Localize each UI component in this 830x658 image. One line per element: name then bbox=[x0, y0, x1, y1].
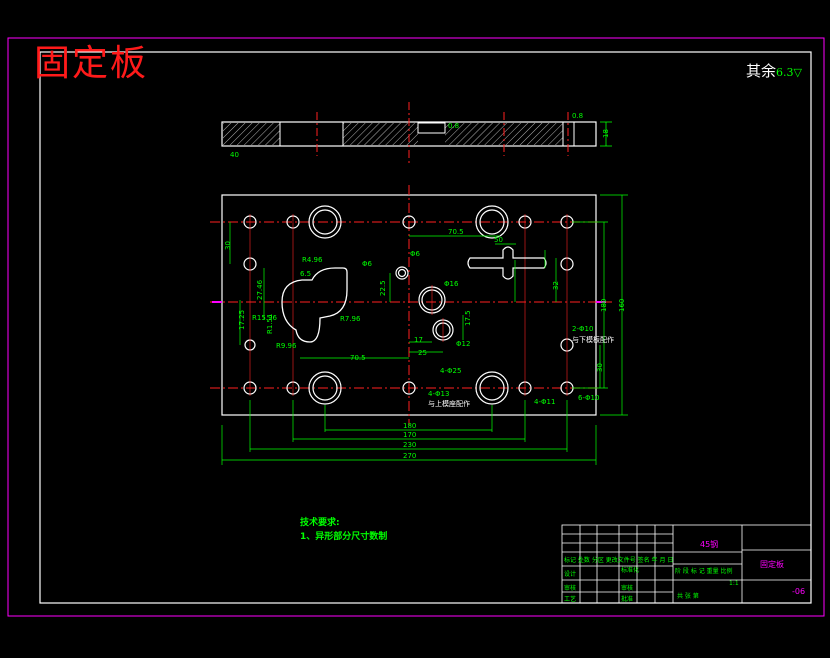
note-4d11: 4-Φ11 bbox=[534, 398, 555, 406]
dim-r1596: R15.96 bbox=[252, 314, 277, 322]
dim-phi6a: Φ6 bbox=[362, 260, 373, 268]
dim-225: 22.5 bbox=[379, 280, 387, 296]
tb-check: 审核 bbox=[564, 584, 576, 592]
tb-standard: 标准化 bbox=[621, 566, 639, 574]
shaped-cutout bbox=[281, 267, 348, 343]
note-right: 与下模板配作 bbox=[572, 335, 614, 344]
tb-stage-row: 阶 段 标 记 重量 比例 bbox=[675, 567, 733, 575]
tb-design: 设计 bbox=[564, 570, 576, 578]
roughness-symbol-icon: 6.3▽ bbox=[776, 66, 802, 79]
dim-17b: 17 bbox=[414, 336, 423, 344]
dim-top-40: 40 bbox=[230, 151, 239, 159]
tb-part-name: 固定板 bbox=[760, 559, 784, 569]
dim-65: 6.5 bbox=[300, 270, 311, 278]
note-2d10: 2-Φ10 bbox=[572, 325, 593, 333]
surface-finish-note: 其余6.3▽ bbox=[746, 60, 802, 81]
tb-rev-header: 标记 处数 分区 更改文件号 签名 年 月 日 bbox=[564, 556, 673, 564]
dim-w270: 270 bbox=[403, 452, 416, 460]
inner-frame bbox=[39, 51, 812, 604]
tech-requirements: 技术要求: 1、异形部分尺寸数制 bbox=[300, 516, 387, 544]
drawing-title: 固定板 bbox=[34, 43, 149, 84]
dim-h180: 180 bbox=[600, 299, 608, 312]
tech-line-1: 1、异形部分尺寸数制 bbox=[300, 532, 388, 542]
dim-r496: R4.96 bbox=[302, 256, 323, 264]
dim-w170: 170 bbox=[403, 431, 416, 439]
cad-drawing: 18 0.8 0.8 40 180 170 230 270 180 160 30… bbox=[7, 37, 825, 617]
dim-r796: R7.96 bbox=[340, 315, 361, 323]
tb-drawing-no: -06 bbox=[792, 587, 805, 596]
tb-review: 审核 bbox=[621, 584, 633, 592]
tb-approve: 批准 bbox=[621, 595, 633, 603]
dim-h160: 160 bbox=[618, 299, 626, 312]
note-4d13: 4-Φ13 bbox=[428, 390, 449, 398]
tb-process: 工艺 bbox=[564, 595, 576, 603]
dim-w230: 230 bbox=[403, 441, 416, 449]
dim-top-18: 18 bbox=[602, 129, 610, 138]
dim-h30: 30 bbox=[596, 363, 604, 372]
tb-sheet-row: 共 张 第 bbox=[677, 592, 699, 600]
dim-50: 50 bbox=[494, 236, 503, 244]
dim-25: 25 bbox=[418, 349, 427, 357]
tb-material: 45钢 bbox=[700, 539, 718, 549]
dim-phi12: Φ12 bbox=[456, 340, 470, 348]
dim-705a: 70.5 bbox=[350, 354, 366, 362]
dim-top-08: 0.8 bbox=[448, 122, 459, 130]
section-view: 18 0.8 0.8 40 bbox=[221, 102, 612, 166]
plan-view: 180 170 230 270 180 160 30 30 R4.96 6.5 … bbox=[210, 185, 628, 465]
dim-top-side: 0.8 bbox=[572, 112, 583, 120]
drawing-canvas: 18 0.8 0.8 40 180 170 230 270 180 160 30… bbox=[0, 0, 830, 654]
note-4d25: 4-Φ25 bbox=[440, 367, 461, 375]
roughness-value: 6.3 bbox=[776, 66, 794, 79]
dim-17a: 17.5 bbox=[464, 310, 472, 326]
t-slot bbox=[467, 246, 547, 280]
dim-w180: 180 bbox=[403, 422, 416, 430]
tech-heading: 技术要求: bbox=[300, 518, 340, 528]
note-6d10: 6-Φ10 bbox=[578, 394, 599, 402]
dim-705b: 70.5 bbox=[448, 228, 464, 236]
dim-32: 32 bbox=[552, 281, 560, 290]
dim-phi16: Φ16 bbox=[444, 280, 459, 288]
dim-2746: 27.46 bbox=[256, 279, 264, 300]
dim-1725: 17.25 bbox=[238, 310, 246, 330]
tb-scale: 1:1 bbox=[729, 580, 739, 587]
dim-phi6b: Φ6 bbox=[410, 250, 421, 258]
dim-left-30: 30 bbox=[224, 241, 232, 250]
note-lower: 与上模座配作 bbox=[428, 399, 470, 408]
surface-finish-label: 其余 bbox=[746, 62, 777, 80]
dim-r996: R9.96 bbox=[276, 342, 297, 350]
